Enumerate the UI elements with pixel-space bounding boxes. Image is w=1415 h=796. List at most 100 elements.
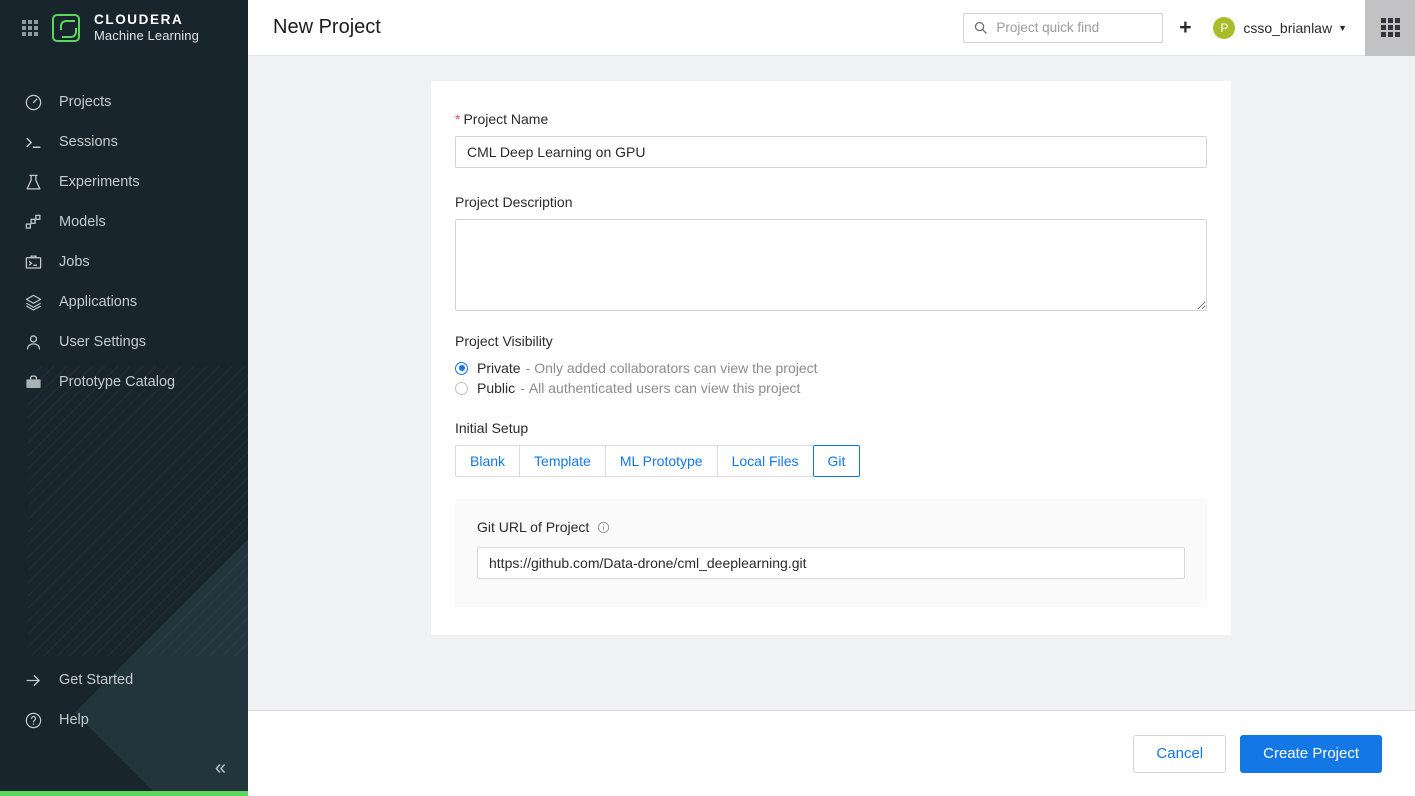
- project-visibility-label: Project Visibility: [455, 333, 1207, 349]
- brand-name-top: CLOUDERA: [94, 12, 199, 28]
- radio-public-name: Public: [477, 380, 515, 396]
- git-url-input[interactable]: [477, 547, 1185, 579]
- cancel-button[interactable]: Cancel: [1133, 735, 1226, 773]
- create-project-button[interactable]: Create Project: [1240, 735, 1382, 773]
- sidebar-item-user-settings[interactable]: User Settings: [0, 322, 248, 362]
- initial-setup-tabs: Blank Template ML Prototype Local Files …: [455, 445, 1207, 477]
- project-description-field-group: Project Description: [455, 194, 1207, 311]
- brand-text: CLOUDERA Machine Learning: [94, 12, 199, 43]
- project-visibility-group: Project Visibility Private - Only added …: [455, 333, 1207, 398]
- spacer: [455, 168, 1207, 194]
- double-chevron-left-icon: «: [215, 757, 226, 780]
- sidebar-item-label: Jobs: [59, 254, 90, 270]
- project-name-input[interactable]: [455, 136, 1207, 168]
- sidebar-accent-bar: [0, 791, 248, 796]
- git-url-label-row: Git URL of Project: [477, 519, 1185, 535]
- git-settings-panel: Git URL of Project: [455, 499, 1207, 607]
- sidebar-item-label: Experiments: [59, 174, 140, 190]
- radio-private-separator: -: [526, 360, 531, 376]
- content-area: *Project Name Project Description Projec…: [248, 56, 1415, 709]
- sidebar-item-models[interactable]: Models: [0, 202, 248, 242]
- apps-launcher-button[interactable]: [1365, 0, 1415, 56]
- terminal-box-icon: [24, 253, 43, 272]
- sidebar-item-applications[interactable]: Applications: [0, 282, 248, 322]
- tab-blank[interactable]: Blank: [455, 445, 519, 477]
- sidebar-item-label: Get Started: [59, 672, 133, 688]
- project-name-label-text: Project Name: [463, 111, 548, 127]
- search-wrapper: [963, 13, 1163, 43]
- terminal-prompt-icon: [24, 133, 43, 152]
- initial-setup-label: Initial Setup: [455, 420, 1207, 436]
- node-graph-icon: [24, 213, 43, 232]
- person-icon: [24, 333, 43, 352]
- cloudera-logo-icon: [52, 14, 80, 42]
- search-input[interactable]: [963, 13, 1163, 43]
- sidebar-item-label: Applications: [59, 294, 137, 310]
- radio-private[interactable]: [455, 362, 468, 375]
- waffle-grid-icon[interactable]: [22, 20, 38, 36]
- top-bar: New Project + P csso_brianlaw ▼: [248, 0, 1415, 56]
- sidebar-item-experiments[interactable]: Experiments: [0, 162, 248, 202]
- briefcase-icon: [24, 373, 43, 392]
- project-description-label: Project Description: [455, 194, 1207, 210]
- info-circle-icon[interactable]: [597, 521, 610, 534]
- user-menu[interactable]: P csso_brianlaw ▼: [1207, 0, 1365, 56]
- new-project-form-card: *Project Name Project Description Projec…: [431, 81, 1231, 635]
- top-bar-right: + P csso_brianlaw ▼: [963, 0, 1415, 56]
- layers-icon: [24, 293, 43, 312]
- flask-icon: [24, 173, 43, 192]
- brand-name-bottom: Machine Learning: [94, 28, 199, 43]
- arrow-right-icon: [24, 671, 43, 690]
- spacer: [455, 398, 1207, 420]
- main-area: New Project + P csso_brianlaw ▼: [248, 0, 1415, 796]
- form-footer: Cancel Create Project: [248, 710, 1415, 796]
- sidebar-item-label: Models: [59, 214, 106, 230]
- tab-git[interactable]: Git: [813, 445, 861, 477]
- tab-ml-prototype[interactable]: ML Prototype: [605, 445, 717, 477]
- sidebar-item-label: Sessions: [59, 134, 118, 150]
- spacer: [455, 311, 1207, 333]
- sidebar-nav: Projects Sessions: [0, 82, 248, 402]
- visibility-option-private[interactable]: Private - Only added collaborators can v…: [455, 358, 1207, 378]
- plus-icon: +: [1179, 16, 1191, 40]
- sidebar-item-label: Help: [59, 712, 89, 728]
- avatar: P: [1213, 17, 1235, 39]
- speedometer-icon: [24, 93, 43, 112]
- initial-setup-group: Initial Setup Blank Template ML Prototyp…: [455, 420, 1207, 477]
- sidebar-item-sessions[interactable]: Sessions: [0, 122, 248, 162]
- sidebar-content: CLOUDERA Machine Learning Projects: [0, 0, 248, 402]
- waffle-grid-icon: [1381, 18, 1400, 37]
- sidebar-item-help[interactable]: Help: [0, 700, 248, 740]
- user-name: csso_brianlaw: [1243, 20, 1332, 36]
- search-icon: [973, 20, 988, 35]
- caret-down-icon: ▼: [1338, 23, 1347, 33]
- radio-private-description: Only added collaborators can view the pr…: [534, 360, 817, 376]
- sidebar-item-label: Prototype Catalog: [59, 374, 175, 390]
- question-circle-icon: [24, 711, 43, 730]
- sidebar-item-projects[interactable]: Projects: [0, 82, 248, 122]
- tab-template[interactable]: Template: [519, 445, 605, 477]
- git-url-label: Git URL of Project: [477, 519, 589, 535]
- sidebar-item-get-started[interactable]: Get Started: [0, 660, 248, 700]
- radio-private-name: Private: [477, 360, 521, 376]
- sidebar-item-prototype-catalog[interactable]: Prototype Catalog: [0, 362, 248, 402]
- sidebar-stripes-pattern: [28, 366, 248, 656]
- tab-local-files[interactable]: Local Files: [717, 445, 813, 477]
- brand-header[interactable]: CLOUDERA Machine Learning: [0, 0, 248, 56]
- sidebar-bottom: Get Started Help «: [0, 660, 248, 796]
- add-new-button[interactable]: +: [1163, 0, 1207, 56]
- radio-public-description: All authenticated users can view this pr…: [529, 380, 801, 396]
- required-marker: *: [455, 111, 460, 127]
- sidebar-item-label: User Settings: [59, 334, 146, 350]
- project-name-field-group: *Project Name: [455, 111, 1207, 168]
- visibility-option-public[interactable]: Public - All authenticated users can vie…: [455, 378, 1207, 398]
- project-name-label: *Project Name: [455, 111, 1207, 127]
- app-root: CLOUDERA Machine Learning Projects: [0, 0, 1415, 796]
- radio-public[interactable]: [455, 382, 468, 395]
- sidebar-item-label: Projects: [59, 94, 111, 110]
- sidebar-item-jobs[interactable]: Jobs: [0, 242, 248, 282]
- sidebar-collapse-button[interactable]: «: [0, 740, 248, 796]
- project-description-textarea[interactable]: [455, 219, 1207, 311]
- sidebar: CLOUDERA Machine Learning Projects: [0, 0, 248, 796]
- radio-public-separator: -: [520, 380, 525, 396]
